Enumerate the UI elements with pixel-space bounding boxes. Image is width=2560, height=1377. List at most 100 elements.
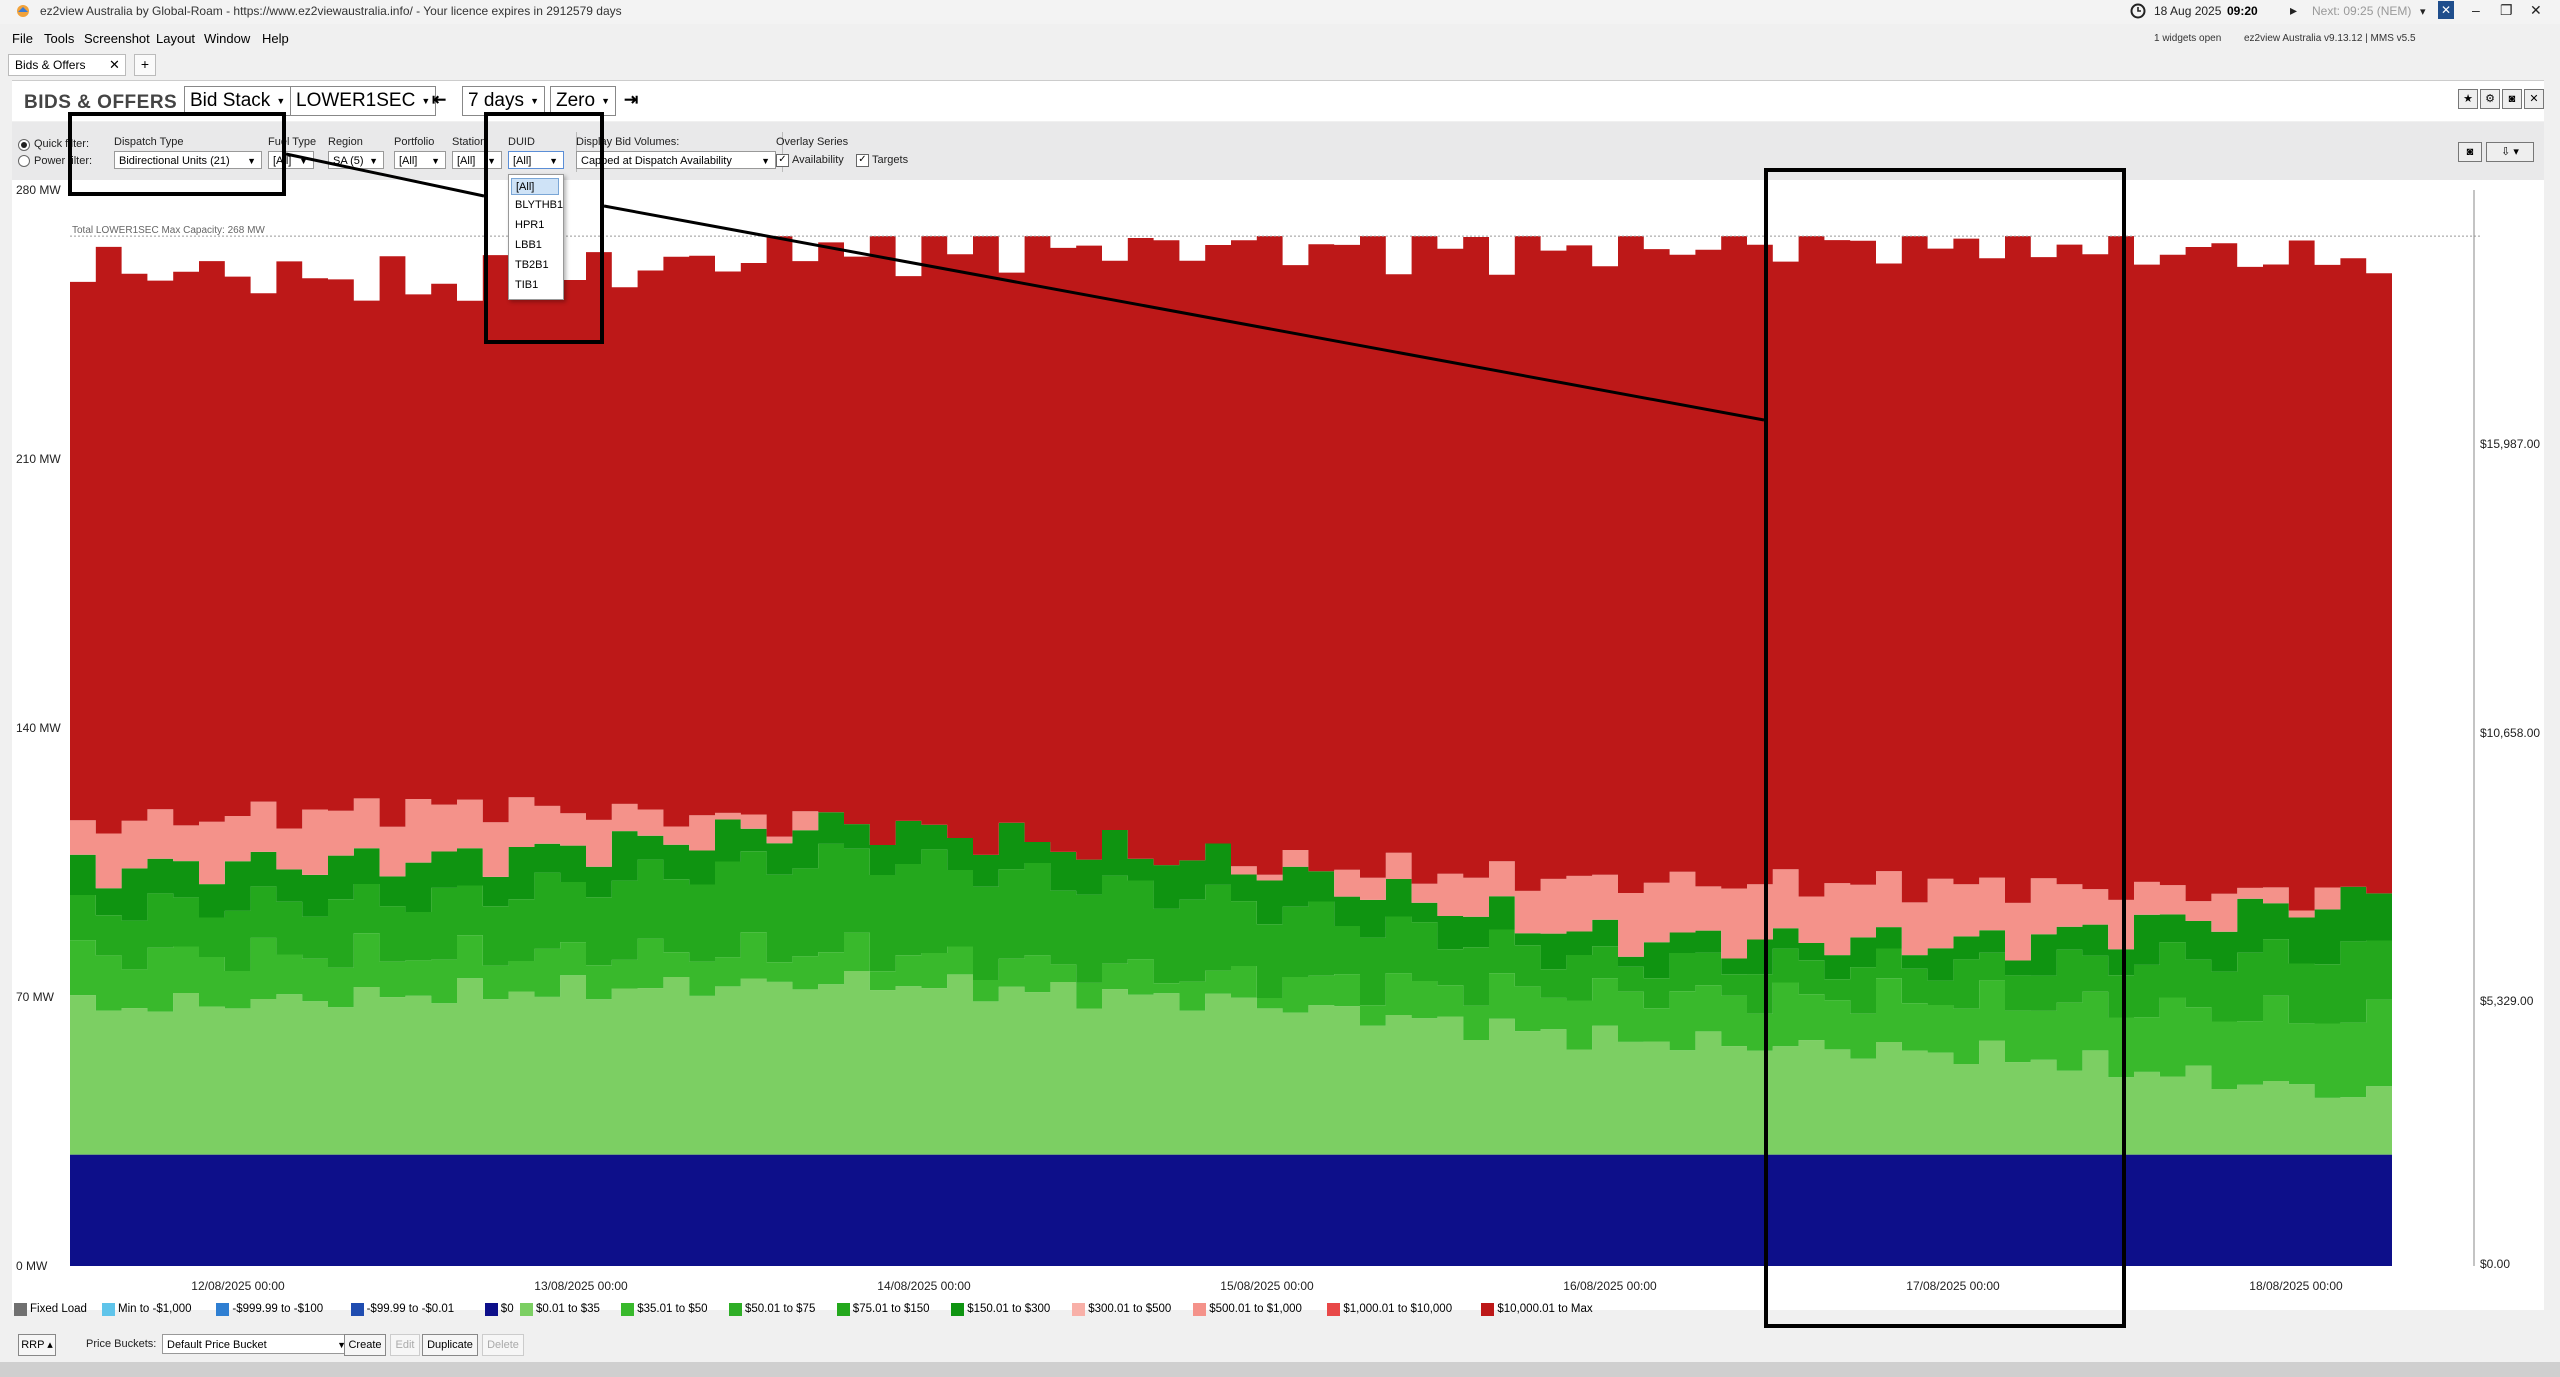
dropdown-arrow-icon[interactable]: ▾ (2420, 5, 2426, 18)
widget-header: BIDS & OFFERS Bid Stack ▼ LOWER1SEC ▼ ⇤ 7 … (12, 80, 2544, 121)
legend-label: $0 (500, 1303, 514, 1315)
brand-badge-icon[interactable]: ✕ (2438, 1, 2454, 19)
minimize-icon[interactable]: – (2472, 2, 2480, 18)
maximize-icon[interactable]: ❐ (2500, 2, 2513, 19)
legend-swatch (836, 1303, 850, 1316)
y-tick-label: 280 MW (16, 183, 61, 197)
export-icon[interactable]: ⇩ ▾ (2486, 142, 2534, 162)
legend-label: Fixed Load (30, 1303, 87, 1315)
station-label: Station (452, 136, 487, 148)
quick-filter-radio[interactable] (18, 139, 30, 151)
chevron-down-icon: ▼ (421, 96, 431, 106)
taskbar-edge (0, 1362, 2560, 1377)
service-selector[interactable]: LOWER1SEC ▼ (290, 86, 437, 116)
delete-button[interactable]: Delete (482, 1334, 524, 1356)
x-tick-label: 16/08/2025 00:00 (1563, 1279, 1657, 1293)
create-button[interactable]: Create (344, 1334, 386, 1356)
legend-swatch (484, 1303, 498, 1316)
bid-stack-chart[interactable]: Total LOWER1SEC Max Capacity: 268 MW 280 … (12, 180, 2544, 1300)
capacity-label: Total LOWER1SEC Max Capacity: 268 MW (72, 225, 265, 236)
targets-label: Targets (872, 154, 909, 166)
legend-label: $150.01 to $300 (967, 1303, 1051, 1315)
annotation-box-duid (484, 112, 604, 344)
menu-file[interactable]: File (12, 31, 33, 46)
add-tab-button[interactable]: + (134, 54, 156, 76)
station-value: [All] (457, 155, 476, 167)
legend-swatch (14, 1303, 27, 1316)
y-tick-label: 0 MW (16, 1259, 48, 1273)
legend-label: $500.01 to $1,000 (1209, 1303, 1302, 1315)
legend-label: $50.01 to $75 (745, 1303, 816, 1315)
tab-bids-offers[interactable]: Bids & Offers ✕ (8, 54, 126, 76)
menu-window[interactable]: Window (204, 31, 250, 46)
page-title: BIDS & OFFERS (24, 92, 178, 113)
x-tick-label: 12/08/2025 00:00 (191, 1279, 285, 1293)
x-tick-label: 18/08/2025 00:00 (2249, 1279, 2343, 1293)
menu-screenshot[interactable]: Screenshot (84, 31, 150, 46)
legend-label: $0.01 to $35 (536, 1303, 600, 1315)
legend-label: $35.01 to $50 (637, 1303, 708, 1315)
menu-layout[interactable]: Layout (156, 31, 195, 46)
power-filter-radio[interactable] (18, 155, 30, 167)
legend-label: $300.01 to $500 (1088, 1303, 1172, 1315)
next-dispatch: Next: 09:25 (NEM) (2312, 4, 2412, 18)
price-buckets-label: Price Buckets: (86, 1338, 157, 1350)
play-icon[interactable]: ▸ (2290, 2, 2297, 19)
axis-mode-value: Zero (556, 90, 596, 111)
close-window-icon[interactable]: ✕ (2530, 2, 2542, 19)
jump-end-icon[interactable]: ⇥ (624, 90, 638, 110)
chevron-down-icon: ▼ (601, 96, 611, 106)
camera-icon[interactable]: ◙ (2502, 89, 2522, 109)
y2-tick-label: $0.00 (2480, 1257, 2510, 1271)
title-bar: ez2view Australia by Global-Roam - https… (0, 0, 2560, 24)
y-tick-label: 140 MW (16, 721, 61, 735)
legend-swatch (951, 1303, 965, 1316)
availability-label: Availability (792, 154, 844, 166)
tab-label: Bids & Offers (15, 58, 86, 72)
service-value: LOWER1SEC (296, 90, 416, 111)
display-bid-volumes-select[interactable]: Capped at Dispatch Availability ▼ (576, 151, 776, 169)
region-value: SA (5) (333, 155, 364, 167)
legend-swatch (1327, 1303, 1341, 1316)
chevron-down-icon: ▼ (299, 156, 308, 166)
menu-bar: File Tools Screenshot Layout Window Help… (0, 28, 2560, 50)
y-tick-label: 210 MW (16, 452, 61, 466)
legend-swatch (729, 1303, 742, 1316)
close-tab-icon[interactable]: ✕ (109, 57, 120, 73)
chevron-down-icon: ▼ (369, 156, 378, 166)
current-time: 09:20 (2227, 4, 2258, 18)
portfolio-select[interactable]: [All] ▼ (394, 151, 446, 169)
rrp-button[interactable]: RRP ▴ (18, 1334, 56, 1356)
edit-button[interactable]: Edit (390, 1334, 420, 1356)
price-buckets-select[interactable]: Default Price Bucket ▼ (162, 1334, 352, 1354)
jump-start-icon[interactable]: ⇤ (432, 90, 446, 110)
app-logo-icon (17, 5, 29, 17)
screenshot-icon[interactable]: ◙ (2458, 142, 2482, 162)
legend-label: $1,000.01 to $10,000 (1343, 1303, 1453, 1315)
legend-label: -$999.99 to -$100 (232, 1303, 324, 1315)
legend-swatch (350, 1303, 364, 1316)
settings-icon[interactable]: ⚙ (2480, 89, 2500, 109)
menu-help[interactable]: Help (262, 31, 289, 46)
availability-checkbox[interactable]: ✓ (776, 154, 789, 167)
targets-checkbox[interactable]: ✓ (856, 154, 869, 167)
y-tick-label: 70 MW (16, 990, 55, 1004)
star-icon[interactable]: ★ (2458, 89, 2478, 109)
legend-swatch (216, 1303, 230, 1316)
window-title: ez2view Australia by Global-Roam - https… (40, 4, 622, 18)
legend-swatch (621, 1303, 635, 1316)
duplicate-button[interactable]: Duplicate (422, 1334, 478, 1356)
clock-icon (2130, 3, 2146, 19)
legend-label: -$99.99 to -$0.01 (366, 1303, 455, 1315)
region-label: Region (328, 136, 363, 148)
y2-tick-label: $10,658.00 (2480, 726, 2540, 740)
current-date: 18 Aug 2025 (2154, 4, 2222, 18)
portfolio-value: [All] (399, 155, 418, 167)
region-select[interactable]: SA (5) ▼ (328, 151, 384, 169)
menu-tools[interactable]: Tools (44, 31, 74, 46)
portfolio-label: Portfolio (394, 136, 435, 148)
period-value: 7 days (468, 90, 524, 111)
legend-swatch (1193, 1303, 1207, 1316)
chart-pane: Total LOWER1SEC Max Capacity: 268 MW 280 … (12, 180, 2544, 1310)
close-widget-icon[interactable]: ✕ (2524, 89, 2544, 109)
